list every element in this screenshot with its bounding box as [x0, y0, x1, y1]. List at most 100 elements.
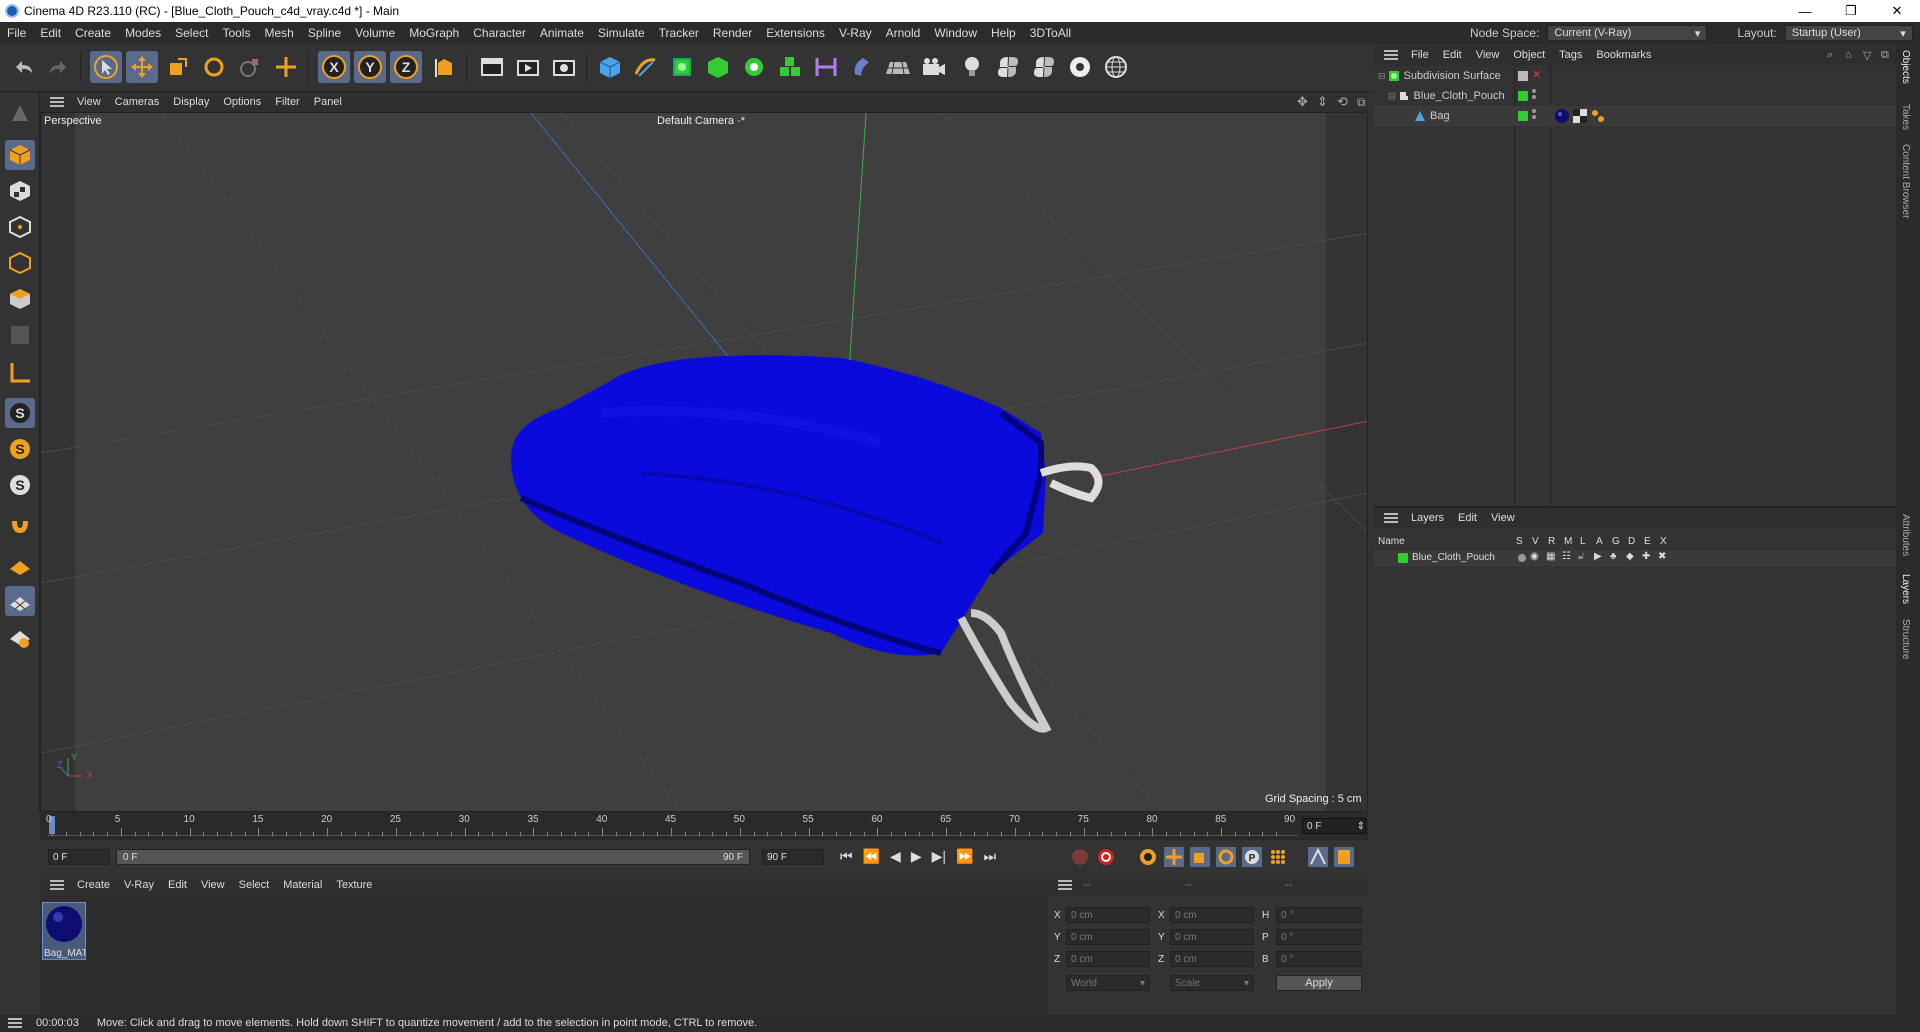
go-to-start-icon[interactable]: ⏮ [840, 848, 853, 865]
go-to-end-icon[interactable]: ⏭ [983, 848, 996, 865]
viewport-menu-options[interactable]: Options [216, 96, 268, 108]
collapse-icon[interactable]: ⊟ [1378, 71, 1386, 82]
rot-b-field[interactable]: 0 ° [1276, 951, 1362, 967]
apply-button[interactable]: Apply [1276, 975, 1362, 991]
next-frame-icon[interactable]: ▶| [932, 848, 946, 865]
rotate-tool-button[interactable] [198, 51, 230, 83]
axis-mode-button[interactable] [5, 358, 35, 388]
pos-x-field[interactable]: 0 cm [1066, 907, 1150, 923]
viewport-maximize-icon[interactable]: ⧉ [1350, 95, 1373, 110]
menu-tools[interactable]: Tools [215, 26, 257, 40]
material-tag-icon[interactable] [1554, 108, 1570, 124]
menu-mograph[interactable]: MoGraph [402, 26, 466, 40]
polygons-mode-button[interactable] [5, 284, 35, 314]
locked-workplane-button[interactable] [5, 586, 35, 616]
object-menu-edit[interactable]: Edit [1436, 49, 1469, 61]
viewport-menu-panel[interactable]: Panel [307, 96, 349, 108]
menu-animate[interactable]: Animate [533, 26, 591, 40]
cloner-button[interactable] [738, 51, 770, 83]
layer-menu-edit[interactable]: Edit [1451, 512, 1484, 524]
size-y-field[interactable]: 0 cm [1170, 929, 1254, 945]
hamburger-icon[interactable] [1384, 50, 1398, 60]
extrude-button[interactable] [702, 51, 734, 83]
motion-system-icon[interactable] [1308, 847, 1328, 867]
parameter-key-icon[interactable]: P [1242, 847, 1262, 867]
move-tool-button[interactable] [126, 51, 158, 83]
generator-icon[interactable]: ♣ [1610, 551, 1617, 562]
menu-file[interactable]: File [0, 26, 33, 40]
light-button[interactable] [956, 51, 988, 83]
autokey-icon[interactable] [1096, 847, 1116, 867]
menu-character[interactable]: Character [466, 26, 533, 40]
viewport-menu-cameras[interactable]: Cameras [108, 96, 167, 108]
snap-settings-button[interactable]: S [5, 434, 35, 464]
object-menu-view[interactable]: View [1469, 49, 1507, 61]
make-editable-button[interactable] [5, 98, 35, 128]
hamburger-icon[interactable] [1384, 513, 1398, 523]
menu-tracker[interactable]: Tracker [652, 26, 706, 40]
mograph-button[interactable] [774, 51, 806, 83]
menu-mesh[interactable]: Mesh [257, 26, 300, 40]
coordinate-system-button[interactable] [428, 51, 460, 83]
previous-frame-icon[interactable]: ◀ [890, 848, 901, 865]
material-menu-material[interactable]: Material [276, 879, 329, 891]
rotation-key-icon[interactable] [1216, 847, 1236, 867]
world-axis-button[interactable] [270, 51, 302, 83]
menu-render[interactable]: Render [706, 26, 759, 40]
timeline-ruler[interactable]: 0 5 10 15 20 25 30 35 40 45 50 55 60 65 70 75 80 85 90 0 F… [40, 812, 1368, 840]
new-window-icon[interactable]: ⧉ [1874, 49, 1896, 62]
viewport-menu-view[interactable]: View [70, 96, 108, 108]
timeline-window-icon[interactable] [1334, 847, 1354, 867]
pos-y-field[interactable]: 0 cm [1066, 929, 1150, 945]
object-menu-file[interactable]: File [1404, 49, 1436, 61]
material-menu-vray[interactable]: V-Ray [117, 879, 161, 891]
recent-tool-button[interactable] [234, 51, 266, 83]
expression-icon[interactable]: ✚ [1642, 551, 1650, 562]
previous-key-icon[interactable]: ⏪ [863, 848, 880, 865]
menu-volume[interactable]: Volume [348, 26, 402, 40]
render-settings-button[interactable] [548, 51, 580, 83]
xref-icon[interactable]: ✖ [1658, 551, 1666, 562]
tweak-mode-button[interactable] [5, 510, 35, 540]
tab-takes[interactable]: Takes [1900, 104, 1911, 130]
material-swatch[interactable]: Bag_MAT [42, 902, 86, 960]
hamburger-icon[interactable] [50, 97, 64, 107]
material-menu-texture[interactable]: Texture [329, 879, 379, 891]
visibility-dots-icon[interactable] [1532, 89, 1536, 103]
menu-window[interactable]: Window [927, 26, 984, 40]
menu-simulate[interactable]: Simulate [591, 26, 652, 40]
layer-menu-view[interactable]: View [1484, 512, 1522, 524]
position-key-icon[interactable] [1164, 847, 1184, 867]
quantize-button[interactable]: S [5, 470, 35, 500]
lock-y-axis-button[interactable]: Y [354, 51, 386, 83]
points-mode-button[interactable] [5, 212, 35, 242]
menu-arnold[interactable]: Arnold [879, 26, 928, 40]
deformer-icon[interactable]: ◆ [1626, 551, 1634, 562]
material-menu-edit[interactable]: Edit [161, 879, 194, 891]
python-plugin-button[interactable] [1028, 51, 1060, 83]
texture-mode-button[interactable] [5, 176, 35, 206]
tab-structure[interactable]: Structure [1900, 619, 1911, 660]
tab-objects[interactable]: Objects [1900, 50, 1911, 84]
record-disabled-icon[interactable] [1070, 847, 1090, 867]
hamburger-icon[interactable] [50, 880, 64, 890]
minimize-button[interactable]: — [1782, 0, 1828, 22]
edges-mode-button[interactable] [5, 248, 35, 278]
layer-color-swatch[interactable] [1398, 553, 1408, 563]
lock-icon[interactable]: 🔓︎ [1578, 551, 1584, 562]
uvw-tag-icon[interactable] [1572, 108, 1588, 124]
collapse-icon[interactable]: ⊟ [1388, 91, 1396, 102]
3d-viewport[interactable]: Perspective Default Camera ·* Grid Spacin… [40, 112, 1368, 812]
layer-menu-layers[interactable]: Layers [1404, 512, 1451, 524]
object-row-blue-cloth-pouch[interactable]: ⊟ Blue_Cloth_Pouch [1374, 86, 1896, 106]
close-button[interactable]: ✕ [1874, 0, 1920, 22]
next-key-icon[interactable]: ⏩ [956, 848, 973, 865]
lock-x-axis-button[interactable]: X [318, 51, 350, 83]
deformer-button[interactable] [810, 51, 842, 83]
python-script-button[interactable] [992, 51, 1024, 83]
object-row-subdivision-surface[interactable]: ⊟ Subdivision Surface ✕ [1374, 66, 1896, 86]
3dtoall-button[interactable] [1100, 51, 1132, 83]
disabled-x-icon[interactable]: ✕ [1532, 68, 1541, 81]
camera-button[interactable] [918, 51, 950, 83]
start-frame-field[interactable]: 0 F [48, 849, 110, 865]
